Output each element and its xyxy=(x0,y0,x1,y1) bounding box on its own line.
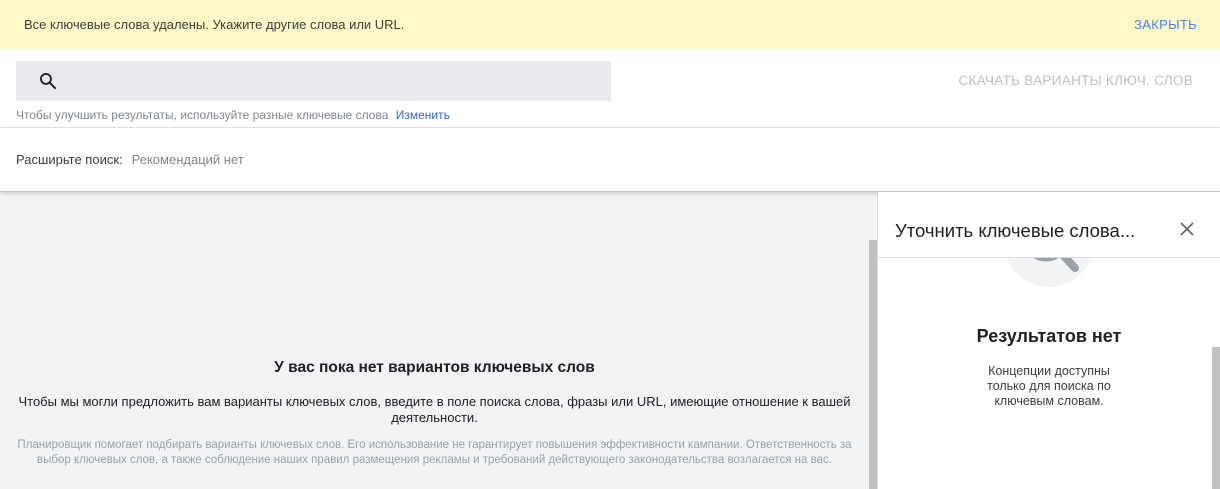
change-link[interactable]: Изменить xyxy=(396,108,450,122)
download-keywords-button[interactable]: СКАЧАТЬ ВАРИАНТЫ КЛЮЧ. СЛОВ xyxy=(958,73,1193,88)
empty-state-description: Чтобы мы могли предложить вам варианты к… xyxy=(18,394,851,425)
side-panel-title: Уточнить ключевые слова... xyxy=(895,220,1136,241)
empty-state-title: У вас пока нет вариантов ключевых слов xyxy=(274,359,595,376)
banner-close-button[interactable]: ЗАКРЫТЬ xyxy=(1134,17,1197,32)
search-hint: Чтобы улучшить результаты, используйте р… xyxy=(16,108,450,122)
side-panel-scrollbar[interactable] xyxy=(1212,347,1220,489)
notification-banner: Все ключевые слова удалены. Укажите друг… xyxy=(0,0,1220,49)
main-scrollbar[interactable] xyxy=(869,240,877,489)
planner-disclaimer: Планировщик помогает подбирать варианты … xyxy=(17,439,852,466)
search-hint-text: Чтобы улучшить результаты, используйте р… xyxy=(16,108,389,122)
keyword-search-input[interactable] xyxy=(16,61,611,101)
side-panel-header: Уточнить ключевые слова... xyxy=(878,192,1220,258)
no-results-text: Концепции доступны только для поиска по … xyxy=(987,364,1111,408)
close-icon[interactable] xyxy=(1178,220,1196,238)
banner-message: Все ключевые слова удалены. Укажите друг… xyxy=(24,17,405,32)
search-area: Чтобы улучшить результаты, используйте р… xyxy=(0,49,1220,128)
expand-search-row: Расширьте поиск: Рекомендаций нет xyxy=(0,128,1220,192)
no-results-title: Результатов нет xyxy=(976,326,1122,346)
expand-search-label: Расширьте поиск: xyxy=(16,152,123,167)
search-icon xyxy=(40,73,57,90)
refine-keywords-panel: Уточнить ключевые слова... Результатов н… xyxy=(877,192,1220,489)
expand-search-value: Рекомендаций нет xyxy=(131,152,244,167)
keyword-results-area: У вас пока нет вариантов ключевых слов Ч… xyxy=(0,192,877,489)
